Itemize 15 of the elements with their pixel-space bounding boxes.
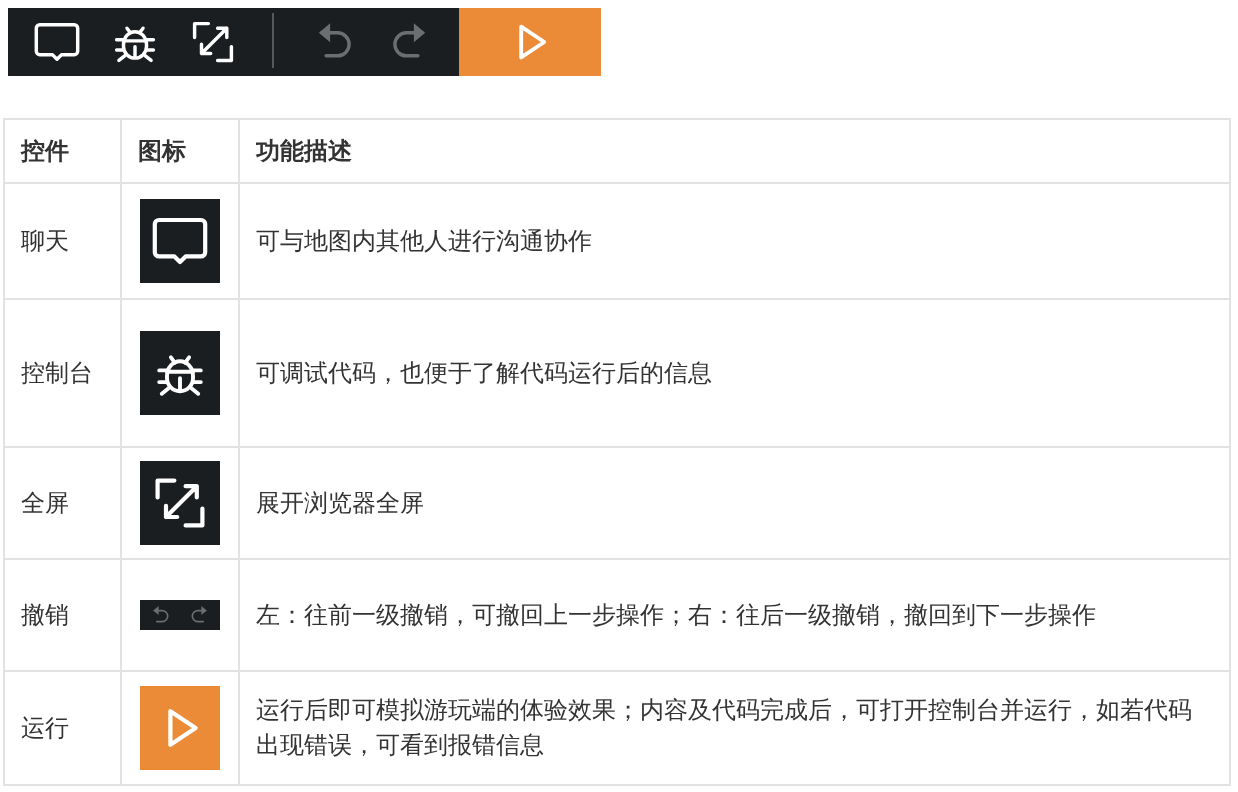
description-text: 左：往前一级撤销，可撤回上一步操作；右：往后一级撤销，撤回到下一步操作: [239, 559, 1230, 671]
control-name: 全屏: [4, 447, 121, 559]
control-name: 撤销: [4, 559, 121, 671]
expand-arrows-icon: [190, 19, 236, 65]
description-text: 可调试代码，也便于了解代码运行后的信息: [239, 299, 1230, 447]
description-text: 展开浏览器全屏: [239, 447, 1230, 559]
column-header: 控件: [4, 119, 121, 183]
column-header: 图标: [121, 119, 239, 183]
description-text: 运行后即可模拟游玩端的体验效果；内容及代码完成后，可打开控制台并运行，如若代码出现错误，可看到报错信息: [239, 671, 1230, 785]
control-name: 控制台: [4, 299, 121, 447]
control-name: 运行: [4, 671, 121, 785]
column-header: 功能描述: [239, 119, 1230, 183]
control-name: 聊天: [4, 183, 121, 299]
description-text: 可与地图内其他人进行沟通协作: [239, 183, 1230, 299]
run-button[interactable]: [459, 8, 601, 76]
